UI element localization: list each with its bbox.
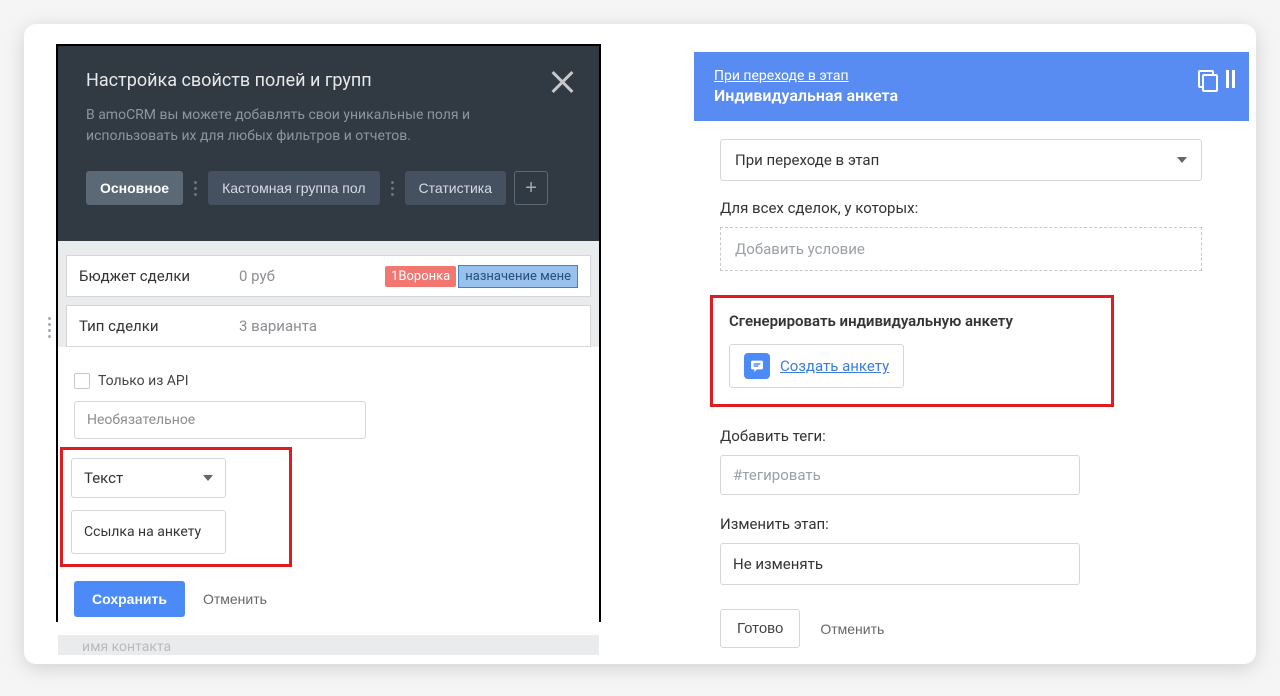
save-button[interactable]: Сохранить bbox=[74, 581, 185, 617]
field-label: Бюджет сделки bbox=[79, 267, 239, 285]
done-button[interactable]: Готово bbox=[720, 609, 800, 648]
tab-custom-group[interactable]: Кастомная группа пол bbox=[208, 171, 379, 205]
field-row-budget[interactable]: Бюджет сделки 0 руб 1Воронка назначение … bbox=[66, 255, 591, 297]
stage-badge: назначение менe bbox=[458, 265, 578, 288]
header-actions bbox=[1198, 70, 1235, 88]
tabs-row: Основное Кастомная группа пол Статистика… bbox=[86, 147, 571, 221]
field-type-select[interactable]: Текст bbox=[71, 458, 226, 498]
cancel-button[interactable]: Отменить bbox=[203, 591, 267, 607]
automation-title: Индивидуальная анкета bbox=[714, 86, 1229, 105]
screenshot-canvas: Настройка свойств полей и групп В amoCRM… bbox=[24, 24, 1256, 664]
fields-list: Бюджет сделки 0 руб 1Воронка назначение … bbox=[58, 241, 599, 347]
chat-icon bbox=[744, 353, 770, 379]
field-value: 0 руб bbox=[239, 267, 385, 285]
contact-name-hint: имя контакта bbox=[58, 635, 599, 655]
cancel-button[interactable]: Отменить bbox=[820, 621, 884, 637]
field-value: 3 варианта bbox=[239, 317, 578, 335]
modal-subtitle: В amoCRM вы можете добавлять свои уникал… bbox=[86, 105, 506, 147]
form-actions: Сохранить Отменить bbox=[74, 581, 583, 617]
drag-handle-icon[interactable] bbox=[388, 181, 397, 196]
api-only-label: Только из API bbox=[98, 373, 189, 389]
tab-main[interactable]: Основное bbox=[86, 171, 183, 205]
tab-statistics[interactable]: Статистика bbox=[405, 171, 507, 205]
conditions-label: Для всех сделок, у которых: bbox=[720, 199, 1227, 217]
field-label: Тип сделки bbox=[79, 317, 239, 335]
close-icon[interactable] bbox=[545, 64, 581, 100]
chevron-down-icon bbox=[203, 475, 213, 481]
highlighted-section: Текст Ссылка на анкету bbox=[60, 447, 292, 567]
tags-label: Добавить теги: bbox=[720, 427, 1227, 445]
trigger-link[interactable]: При переходе в этап bbox=[714, 68, 1229, 84]
modal-header: Настройка свойств полей и групп В amoCRM… bbox=[58, 46, 599, 241]
pause-icon[interactable] bbox=[1226, 70, 1235, 88]
tags-input[interactable]: #тегировать bbox=[720, 455, 1080, 495]
field-row-type[interactable]: Тип сделки 3 варианта bbox=[66, 305, 591, 347]
panel-actions: Готово Отменить bbox=[720, 609, 1227, 648]
generate-section: Сгенерировать индивидуальную анкету Созд… bbox=[710, 295, 1114, 407]
checkbox-icon[interactable] bbox=[74, 373, 90, 389]
copy-icon[interactable] bbox=[1198, 70, 1216, 88]
stage-select[interactable]: Не изменять bbox=[720, 543, 1080, 585]
pipeline-badge: 1Воронка bbox=[385, 266, 456, 287]
automation-panel: При переходе в этап Индивидуальная анкет… bbox=[694, 52, 1249, 658]
generate-title: Сгенерировать индивидуальную анкету bbox=[729, 312, 1095, 330]
create-survey-link[interactable]: Создать анкету bbox=[780, 357, 889, 375]
modal-title: Настройка свойств полей и групп bbox=[86, 70, 571, 91]
drag-handle-icon[interactable] bbox=[48, 317, 51, 338]
api-only-checkbox-row[interactable]: Только из API bbox=[74, 373, 583, 389]
automation-body: При переходе в этап Для всех сделок, у к… bbox=[694, 121, 1249, 658]
add-tab-button[interactable]: + bbox=[514, 171, 548, 205]
change-stage-label: Изменить этап: bbox=[720, 515, 1227, 533]
chevron-down-icon bbox=[1177, 157, 1187, 163]
create-survey-button[interactable]: Создать анкету bbox=[729, 344, 904, 388]
field-editor-popup: Только из API Необязательное Текст Ссылк… bbox=[58, 355, 599, 635]
optional-input[interactable]: Необязательное bbox=[74, 401, 366, 439]
automation-header: При переходе в этап Индивидуальная анкет… bbox=[694, 52, 1249, 121]
field-name-input[interactable]: Ссылка на анкету bbox=[71, 510, 226, 554]
drag-handle-icon[interactable] bbox=[191, 181, 200, 196]
add-condition-input[interactable]: Добавить условие bbox=[720, 227, 1202, 271]
field-settings-modal: Настройка свойств полей и групп В amoCRM… bbox=[56, 44, 601, 622]
trigger-select[interactable]: При переходе в этап bbox=[720, 139, 1202, 181]
